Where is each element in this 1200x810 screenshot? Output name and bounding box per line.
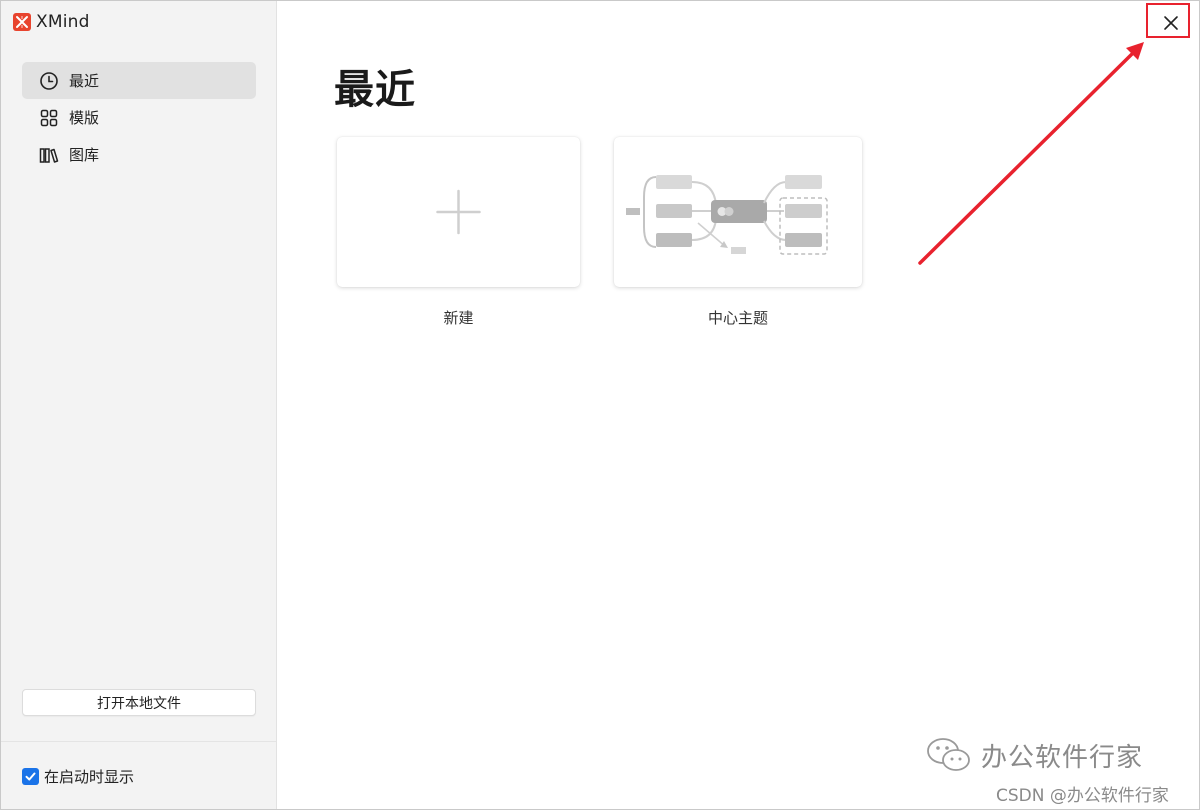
watermark: 办公软件行家 — [925, 735, 1143, 775]
sidebar-divider — [1, 741, 276, 742]
sidebar-nav: 最近 模版 图库 — [22, 62, 256, 173]
new-file-card[interactable] — [337, 137, 580, 287]
show-on-startup-checkbox[interactable] — [22, 768, 39, 785]
app-brand: XMind — [13, 12, 90, 32]
open-local-file-button[interactable]: 打开本地文件 — [22, 689, 256, 716]
show-on-startup: 在启动时显示 — [22, 766, 134, 787]
sidebar-item-label: 图库 — [69, 146, 100, 164]
sidebar-item-templates[interactable]: 模版 — [22, 99, 256, 136]
xmind-logo-icon — [13, 13, 31, 31]
sidebar-item-library[interactable]: 图库 — [22, 136, 256, 173]
sidebar-item-label: 最近 — [69, 72, 100, 90]
mindmap-thumbnail — [626, 175, 828, 255]
check-icon — [25, 772, 36, 781]
app-name: XMind — [36, 12, 90, 32]
sidebar-item-recent[interactable]: 最近 — [22, 62, 256, 99]
sidebar-item-label: 模版 — [69, 109, 100, 127]
annotation-highlight-box — [1146, 3, 1190, 38]
central-topic-label: 中心主题 — [707, 309, 768, 327]
new-file-label: 新建 — [443, 309, 474, 327]
clock-icon — [39, 71, 59, 91]
sidebar: XMind 最近 模版 图库 打开本地文件 在启动时显示 — [1, 1, 277, 809]
xmind-start-window: XMind 最近 模版 图库 打开本地文件 在启动时显示 最近 新建 中心主题 — [0, 0, 1200, 810]
library-books-icon — [39, 145, 59, 165]
template-grid-icon — [39, 108, 59, 128]
watermark-subtext: CSDN @办公软件行家 — [996, 786, 1169, 806]
page-title: 最近 — [334, 67, 416, 113]
central-topic-card[interactable] — [614, 137, 862, 287]
plus-icon — [436, 189, 481, 235]
wechat-icon — [927, 738, 970, 771]
show-on-startup-label: 在启动时显示 — [44, 768, 135, 786]
watermark-text: 办公软件行家 — [981, 742, 1144, 773]
